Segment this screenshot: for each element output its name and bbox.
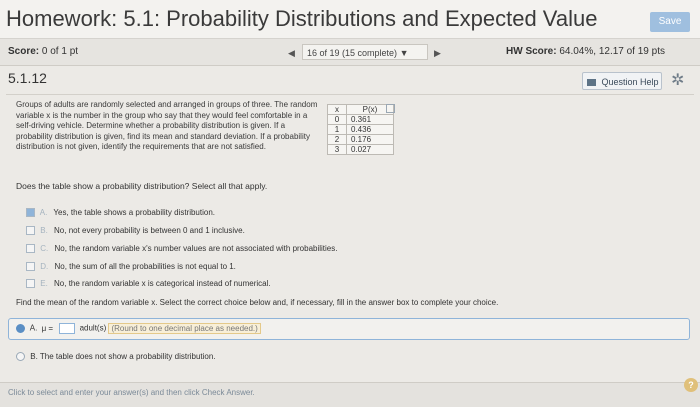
table-cell-p: 0.361: [346, 114, 394, 125]
question-selector[interactable]: 16 of 19 (15 complete) ▼: [302, 44, 428, 60]
problem-text: Groups of adults are randomly selected a…: [16, 100, 318, 151]
hw-score: HW Score: 64.04%, 12.17 of 19 pts: [506, 46, 665, 57]
option-a-text: Yes, the table shows a probability distr…: [53, 208, 215, 217]
save-button[interactable]: Save: [650, 12, 690, 32]
homework-title: Homework: 5.1: Probability Distributions…: [6, 6, 598, 31]
table-row: 0 0.361: [327, 114, 394, 125]
question-id: 5.1.12: [8, 70, 47, 86]
list-icon: [587, 79, 596, 87]
radio-b[interactable]: [16, 352, 25, 362]
option-b-letter: B.: [40, 226, 48, 235]
hw-score-label: HW Score:: [506, 46, 557, 57]
question-help-label: Question Help: [601, 77, 659, 87]
option-a-letter: A.: [39, 208, 48, 217]
footer-instruction: Click to select and enter your answer(s)…: [8, 388, 255, 397]
unit-label: adult(s): [79, 323, 107, 333]
answer-option-a[interactable]: A. μ = adult(s) (Round to one decimal pl…: [16, 322, 261, 334]
right-arrow-icon[interactable]: ▶: [434, 48, 441, 59]
help-icon[interactable]: ?: [684, 378, 698, 392]
checkbox-e[interactable]: [26, 279, 35, 289]
option-c[interactable]: C. No, the random variable x's number va…: [26, 244, 338, 254]
option-c-text: No, the random variable x's number value…: [54, 244, 338, 253]
option-c-letter: C.: [40, 244, 49, 253]
left-arrow-icon[interactable]: ◀: [288, 48, 295, 59]
option-d[interactable]: D. No, the sum of all the probabilities …: [26, 262, 236, 272]
table-row: 3 0.027: [327, 144, 394, 155]
option-b[interactable]: B. No, not every probability is between …: [26, 226, 245, 236]
option-e-text: No, the random variable x is categorical…: [54, 279, 271, 288]
table-cell-p: 0.176: [346, 134, 394, 145]
option-d-text: No, the sum of all the probabilities is …: [54, 262, 236, 271]
option-a[interactable]: A. Yes, the table shows a probability di…: [26, 208, 215, 218]
score: Score: 0 of 1 pt: [8, 46, 78, 57]
part1-prompt: Does the table show a probability distri…: [16, 181, 268, 191]
checkbox-b[interactable]: [26, 226, 35, 236]
option-d-letter: D.: [40, 262, 49, 271]
distribution-table: x P(x) 0 0.361 1 0.436 2 0.176 3 0.027: [327, 104, 394, 155]
table-cell-p: 0.436: [346, 124, 394, 135]
divider: [6, 94, 694, 95]
gear-icon[interactable]: ✲: [671, 70, 684, 90]
score-label: Score:: [8, 46, 40, 57]
table-cell-x: 3: [327, 144, 347, 155]
option-e[interactable]: E. No, the random variable x is categori…: [26, 279, 271, 289]
answer-option-b-letter: B.: [30, 352, 38, 361]
checkbox-c[interactable]: [26, 244, 35, 254]
answer-option-b-text: The table does not show a probability di…: [39, 352, 216, 361]
question-help-button[interactable]: Question Help: [582, 72, 662, 90]
checkbox-d[interactable]: [26, 262, 35, 272]
caret-down-icon: ▼: [399, 48, 409, 58]
answer-option-b[interactable]: B. The table does not show a probability…: [16, 352, 216, 362]
score-value: 0 of 1 pt: [41, 46, 79, 57]
table-cell-x: 0: [327, 114, 347, 125]
table-cell-x: 1: [327, 124, 347, 135]
option-b-text: No, not every probability is between 0 a…: [54, 226, 245, 235]
radio-a[interactable]: [16, 324, 25, 333]
table-row: 2 0.176: [327, 134, 394, 145]
table-cell-p: 0.027: [346, 144, 394, 155]
question-selector-label: 16 of 19 (15 complete): [307, 48, 398, 58]
checkbox-a[interactable]: [26, 208, 35, 218]
table-cell-x: 2: [327, 134, 347, 145]
option-e-letter: E.: [40, 279, 48, 288]
hw-score-value: 64.04%, 12.17 of 19 pts: [559, 46, 665, 57]
copy-table-icon[interactable]: [386, 104, 395, 113]
rounding-hint: (Round to one decimal place as needed.): [108, 322, 261, 334]
answer-option-a-letter: A.: [29, 323, 38, 333]
mean-input[interactable]: [59, 323, 76, 334]
mu-label: μ =: [41, 323, 54, 333]
part2-prompt: Find the mean of the random variable x. …: [16, 298, 499, 307]
table-header-x: x: [327, 104, 347, 115]
table-row: 1 0.436: [327, 124, 394, 135]
